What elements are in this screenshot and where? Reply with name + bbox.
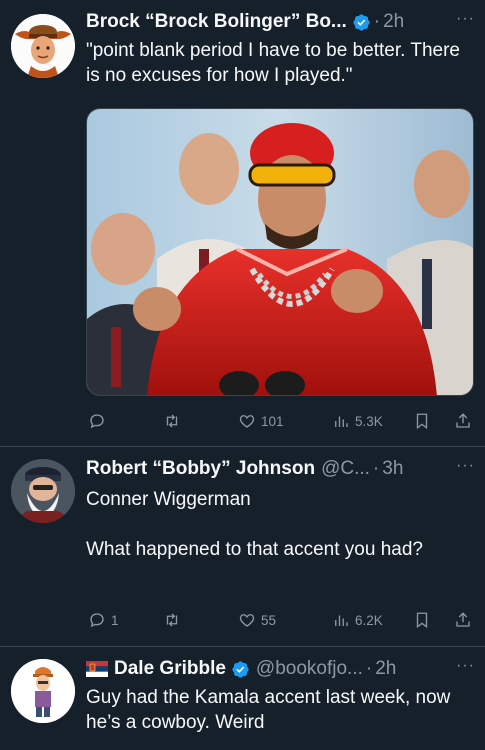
verified-badge-icon[interactable] bbox=[352, 13, 371, 32]
timestamp[interactable]: 3h bbox=[382, 458, 403, 480]
bookmark-icon bbox=[416, 612, 428, 629]
media-photo bbox=[87, 109, 473, 395]
reply-button[interactable]: 1 bbox=[88, 608, 119, 632]
like-count: 55 bbox=[261, 612, 277, 628]
separator-dot: · bbox=[365, 658, 373, 679]
handle[interactable]: @C... bbox=[321, 458, 370, 480]
separator-dot: · bbox=[373, 11, 381, 32]
separator-dot: · bbox=[372, 458, 380, 479]
bookmark-button[interactable] bbox=[413, 608, 431, 632]
timestamp[interactable]: 2h bbox=[375, 658, 396, 680]
tweet-actions: 101 5.3K bbox=[86, 409, 476, 433]
bookmark-icon bbox=[416, 413, 428, 430]
tweet-media-image[interactable] bbox=[86, 108, 474, 396]
like-button[interactable]: 55 bbox=[238, 608, 276, 632]
display-name[interactable]: Dale Gribble bbox=[114, 658, 226, 680]
tweet-1[interactable]: Brock “Brock Bolinger” Bo... · 2h ··· "p… bbox=[0, 0, 485, 446]
heart-icon bbox=[239, 415, 255, 428]
longhorn-cowboy-avatar-icon bbox=[11, 14, 75, 78]
view-count: 5.3K bbox=[355, 413, 383, 429]
like-button[interactable]: 101 bbox=[238, 409, 284, 433]
avatar-brock[interactable] bbox=[11, 14, 75, 78]
tweet-header: Robert “Bobby” Johnson @C... · 3h ··· bbox=[86, 455, 477, 483]
more-options-icon[interactable]: ··· bbox=[456, 457, 475, 475]
tweet-header: Dale Gribble @bookofjo... · 2h ··· bbox=[86, 655, 477, 683]
more-options-icon[interactable]: ··· bbox=[456, 657, 475, 675]
handle[interactable]: @bookofjo... bbox=[256, 658, 363, 680]
tweet-text: Guy had the Kamala accent last week, now… bbox=[86, 687, 456, 733]
reply-count: 1 bbox=[111, 612, 119, 628]
view-count: 6.2K bbox=[355, 612, 383, 628]
share-icon bbox=[456, 413, 470, 428]
avatar-dale[interactable] bbox=[11, 659, 75, 723]
tweet-text: "point blank period I have to be better.… bbox=[86, 40, 466, 86]
cartoon-man-avatar-icon bbox=[11, 659, 75, 723]
retweet-button[interactable] bbox=[163, 409, 186, 433]
retweet-icon bbox=[166, 613, 178, 627]
share-icon bbox=[456, 612, 470, 627]
display-name[interactable]: Brock “Brock Bolinger” Bo... bbox=[86, 11, 347, 33]
more-options-icon[interactable]: ··· bbox=[456, 10, 475, 28]
retweet-button[interactable] bbox=[163, 608, 186, 632]
views-button[interactable]: 5.3K bbox=[332, 409, 383, 433]
tweet-2[interactable]: Robert “Bobby” Johnson @C... · 3h ··· Co… bbox=[0, 447, 485, 646]
old-man-avatar-icon bbox=[11, 459, 75, 523]
serbia-flag-icon bbox=[86, 661, 108, 677]
tweet-3[interactable]: Dale Gribble @bookofjo... · 2h ··· Guy h… bbox=[0, 647, 485, 750]
views-button[interactable]: 6.2K bbox=[332, 608, 383, 632]
like-count: 101 bbox=[261, 413, 284, 429]
heart-icon bbox=[239, 614, 255, 627]
reply-icon bbox=[90, 613, 104, 628]
share-button[interactable] bbox=[454, 608, 472, 632]
share-button[interactable] bbox=[454, 409, 472, 433]
tweet-text: Conner Wiggerman What happened to that a… bbox=[86, 489, 423, 560]
views-chart-icon bbox=[335, 615, 348, 626]
retweet-icon bbox=[166, 414, 178, 428]
reply-icon bbox=[90, 414, 104, 429]
bookmark-button[interactable] bbox=[413, 409, 431, 433]
timestamp[interactable]: 2h bbox=[383, 11, 404, 33]
display-name[interactable]: Robert “Bobby” Johnson bbox=[86, 458, 315, 480]
verified-badge-icon[interactable] bbox=[231, 660, 250, 679]
reply-button[interactable] bbox=[88, 409, 111, 433]
avatar-bobby[interactable] bbox=[11, 459, 75, 523]
tweet-header: Brock “Brock Bolinger” Bo... · 2h ··· bbox=[86, 8, 477, 36]
tweet-actions: 1 55 6.2K bbox=[86, 608, 476, 632]
views-chart-icon bbox=[335, 416, 348, 427]
